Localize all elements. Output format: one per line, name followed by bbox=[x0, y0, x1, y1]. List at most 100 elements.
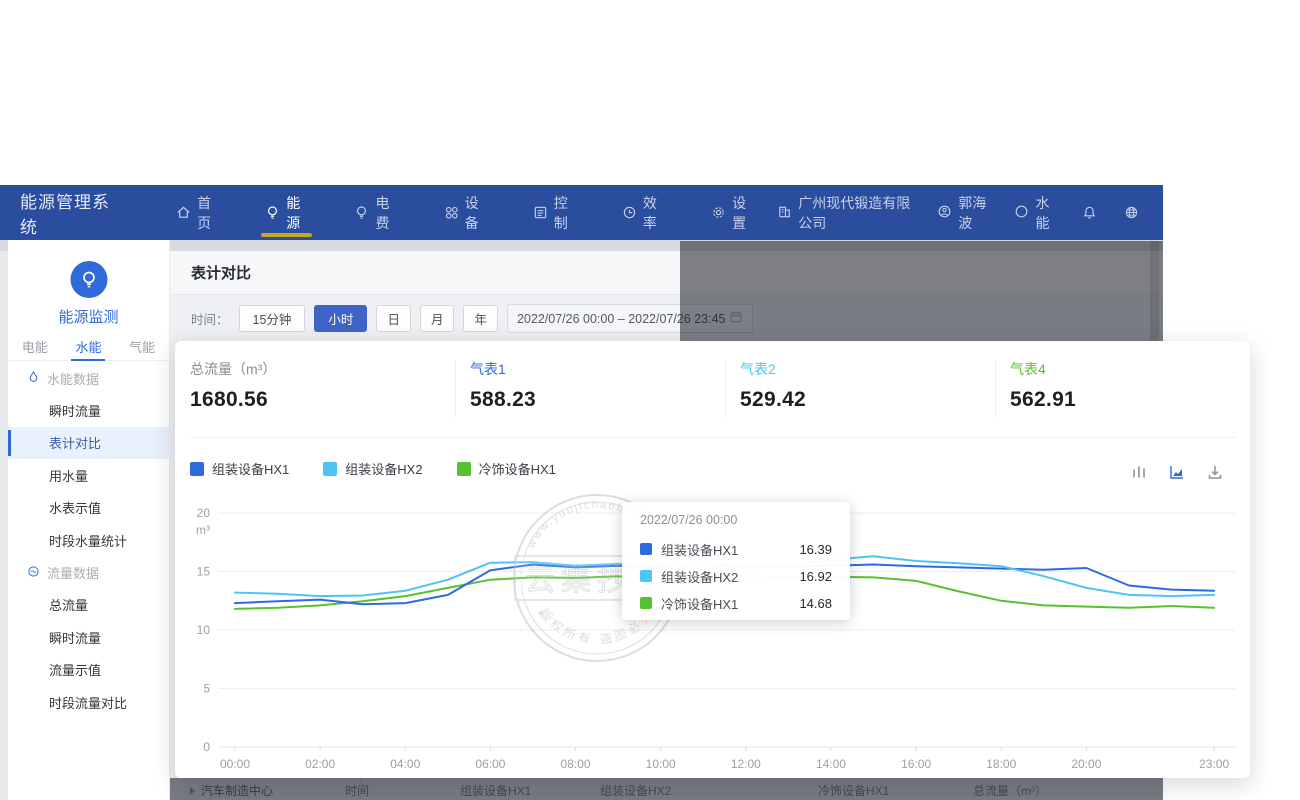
sidebar-item-period-water-stats[interactable]: 时段水量统计 bbox=[8, 524, 169, 557]
group-flow-data[interactable]: 流量数据 bbox=[8, 557, 169, 589]
nav-item-label: 能源 bbox=[286, 193, 308, 233]
nav-item-settings[interactable]: 设置 bbox=[699, 185, 766, 240]
time-option-day[interactable]: 日 bbox=[376, 305, 411, 332]
stat-label: 气表2 bbox=[740, 359, 806, 379]
sidebar: 能源监测 电能 水能 气能 水能数据 瞬时流量 表计对比 用水量 水表示值 时段… bbox=[8, 240, 170, 800]
tooltip-swatch-cyan bbox=[640, 570, 652, 582]
stat-label: 气表1 bbox=[470, 359, 536, 379]
svg-text:m³: m³ bbox=[196, 523, 210, 537]
modal-dim-mask bbox=[680, 241, 1163, 341]
svg-text:20:00: 20:00 bbox=[1071, 757, 1101, 771]
nav-item-electricity-fee[interactable]: 电费 bbox=[342, 185, 409, 240]
sidebar-item-instant-flow[interactable]: 瞬时流量 bbox=[8, 394, 169, 427]
svg-text:15: 15 bbox=[197, 565, 211, 579]
gear-icon bbox=[711, 205, 726, 220]
screen: 能源管理系统 首页 能源 电费 设备 控制 效率 设置 bbox=[0, 0, 1300, 800]
sidebar-item-instant-flow2[interactable]: 瞬时流量 bbox=[8, 621, 169, 654]
tab-water[interactable]: 水能 bbox=[75, 332, 101, 361]
tooltip-series-name: 组装设备HX1 bbox=[661, 540, 738, 559]
svg-text:18:00: 18:00 bbox=[986, 757, 1016, 771]
legend-label: 组装设备HX2 bbox=[345, 459, 422, 478]
chart-tooltip: 2022/07/26 00:00 组装设备HX1 16.39 组装设备HX2 1… bbox=[622, 502, 850, 620]
svg-text:14:00: 14:00 bbox=[816, 757, 846, 771]
tooltip-series-value: 16.39 bbox=[799, 542, 832, 557]
notification-bell-icon[interactable] bbox=[1080, 202, 1099, 224]
legend-item-hx1[interactable]: 组装设备HX1 bbox=[190, 459, 289, 478]
legend-swatch-green bbox=[457, 462, 471, 476]
group-label: 水能数据 bbox=[47, 369, 99, 388]
energy-monitor-icon bbox=[70, 261, 107, 298]
sidebar-item-meter-reading[interactable]: 水表示值 bbox=[8, 492, 169, 525]
tooltip-series-name: 组装设备HX2 bbox=[661, 567, 738, 586]
sidebar-item-meter-compare[interactable]: 表计对比 bbox=[8, 427, 169, 460]
tooltip-series-value: 14.68 bbox=[799, 596, 832, 611]
bar-chart-toggle-icon[interactable] bbox=[1128, 461, 1150, 483]
area-chart-toggle-icon[interactable] bbox=[1166, 461, 1188, 483]
app-title: 能源管理系统 bbox=[20, 188, 115, 238]
time-option-year[interactable]: 年 bbox=[463, 305, 498, 332]
group-label: 流量数据 bbox=[47, 563, 99, 582]
tooltip-row: 冷饰设备HX1 14.68 bbox=[640, 596, 832, 610]
legend-label: 组装设备HX1 bbox=[212, 459, 289, 478]
tooltip-series-name: 冷饰设备HX1 bbox=[661, 594, 738, 613]
tooltip-series-value: 16.92 bbox=[799, 569, 832, 584]
tab-electric[interactable]: 电能 bbox=[22, 332, 48, 361]
time-option-hour[interactable]: 小时 bbox=[314, 305, 367, 332]
group-water-data[interactable]: 水能数据 bbox=[8, 362, 169, 394]
stat-meter2: 气表2 529.42 bbox=[740, 359, 806, 412]
nav-item-label: 设置 bbox=[732, 193, 754, 233]
download-icon[interactable] bbox=[1204, 461, 1226, 483]
svg-text:0: 0 bbox=[203, 740, 210, 754]
nav-item-label: 控制 bbox=[554, 193, 576, 233]
svg-text:12:00: 12:00 bbox=[731, 757, 761, 771]
language-globe-icon[interactable] bbox=[1122, 202, 1141, 224]
time-filter-label: 时间： bbox=[191, 309, 229, 328]
energy-type-label: 水能 bbox=[1035, 193, 1055, 233]
nav-item-efficiency[interactable]: 效率 bbox=[610, 185, 677, 240]
tab-gas[interactable]: 气能 bbox=[129, 332, 155, 361]
time-option-15min[interactable]: 15分钟 bbox=[239, 305, 306, 332]
water-drop-icon bbox=[27, 370, 40, 386]
legend-label: 冷饰设备HX1 bbox=[479, 459, 556, 478]
svg-text:06:00: 06:00 bbox=[475, 757, 505, 771]
modal-dim-mask-bottom bbox=[170, 778, 1163, 800]
nav-item-home[interactable]: 首页 bbox=[164, 185, 231, 240]
sidebar-item-total-flow[interactable]: 总流量 bbox=[8, 589, 169, 622]
stat-value: 529.42 bbox=[740, 388, 806, 412]
grid-icon bbox=[444, 205, 459, 220]
sidebar-item-period-flow-compare[interactable]: 时段流量对比 bbox=[8, 686, 169, 719]
tooltip-swatch-green bbox=[640, 597, 652, 609]
stats-row: 总流量（m³） 1680.56 气表1 588.23 气表2 529.42 气表… bbox=[175, 341, 1250, 437]
user-menu[interactable]: 郭海波 bbox=[937, 193, 990, 233]
company-selector[interactable]: 广州现代锻造有限公司 bbox=[777, 193, 913, 233]
stat-label: 总流量（m³） bbox=[190, 359, 276, 379]
user-name: 郭海波 bbox=[958, 193, 990, 233]
left-gutter bbox=[0, 240, 8, 800]
nav-item-label: 效率 bbox=[643, 193, 665, 233]
svg-text:00:00: 00:00 bbox=[220, 757, 250, 771]
building-icon bbox=[777, 204, 792, 222]
nav-item-label: 设备 bbox=[465, 193, 487, 233]
flow-wave-icon bbox=[27, 565, 40, 581]
energy-type-selector[interactable]: 水能 bbox=[1014, 193, 1055, 233]
nav-item-label: 首页 bbox=[197, 193, 219, 233]
legend-item-cold-hx1[interactable]: 冷饰设备HX1 bbox=[457, 459, 556, 478]
nav-item-energy[interactable]: 能源 bbox=[253, 185, 320, 240]
home-icon bbox=[176, 205, 191, 220]
sidebar-item-flow-reading[interactable]: 流量示值 bbox=[8, 654, 169, 687]
bulb-icon bbox=[265, 205, 280, 220]
tooltip-row: 组装设备HX2 16.92 bbox=[640, 569, 832, 583]
chart-toolbar bbox=[1128, 461, 1226, 483]
time-option-month[interactable]: 月 bbox=[420, 305, 455, 332]
nav-item-control[interactable]: 控制 bbox=[521, 185, 588, 240]
sidebar-item-water-usage[interactable]: 用水量 bbox=[8, 459, 169, 492]
svg-text:02:00: 02:00 bbox=[305, 757, 335, 771]
legend-item-hx2[interactable]: 组装设备HX2 bbox=[323, 459, 422, 478]
svg-text:04:00: 04:00 bbox=[390, 757, 420, 771]
scrollbar[interactable] bbox=[1150, 241, 1159, 341]
nav-item-devices[interactable]: 设备 bbox=[432, 185, 499, 240]
svg-text:16:00: 16:00 bbox=[901, 757, 931, 771]
stat-meter1: 气表1 588.23 bbox=[470, 359, 536, 412]
stat-total-flow: 总流量（m³） 1680.56 bbox=[190, 359, 276, 412]
svg-text:20: 20 bbox=[197, 506, 211, 520]
